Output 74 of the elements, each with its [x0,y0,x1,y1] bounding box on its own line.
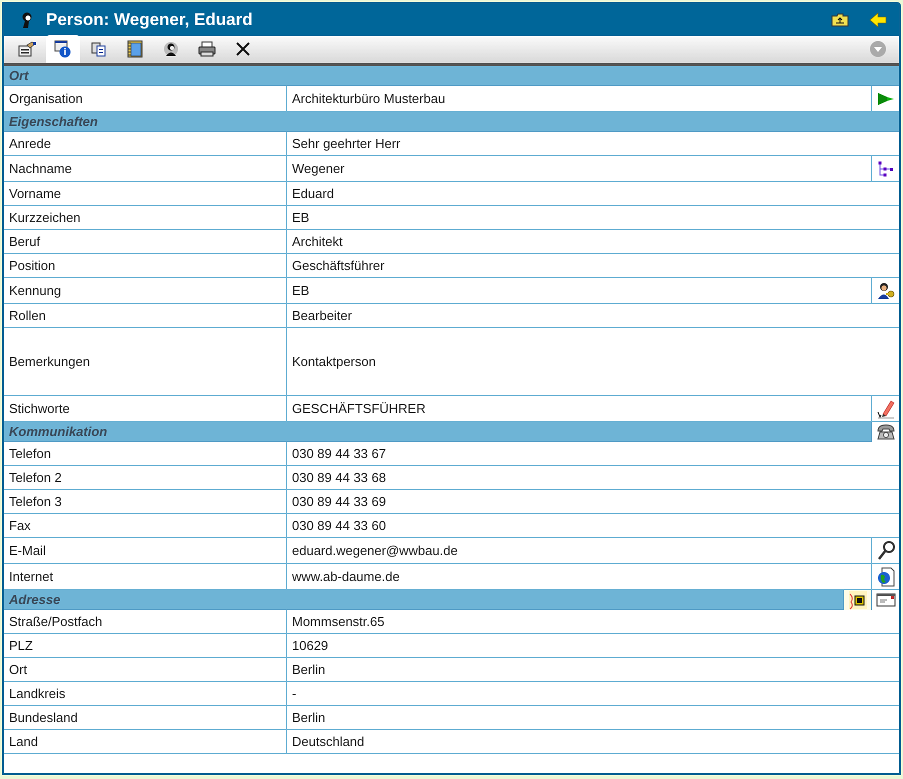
field-value: 030 89 44 33 68 [291,468,387,487]
field-value: Berlin [291,660,326,679]
properties-icon [18,41,36,57]
field-label: Straße/Postfach [4,610,287,633]
printer-icon [198,41,216,57]
folder-up-button[interactable] [831,13,849,27]
field-label: Land [4,730,287,753]
field-value: eduard.wegener@wwbau.de [291,542,459,560]
field-value: 030 89 44 33 69 [291,492,387,511]
field-value: EB [291,282,310,300]
field-label: Telefon [4,442,287,465]
field-label: Rollen [4,304,287,327]
field-label: Kennung [4,278,287,303]
person-key-icon [876,280,896,300]
field-value: Mommsenstr.65 [291,612,386,631]
close-icon [235,41,251,57]
section-action-button[interactable] [871,422,899,442]
pen-icon [876,398,894,418]
field-label: Internet [4,564,287,589]
section-action-button[interactable] [843,590,871,610]
field-value: EB [291,208,310,227]
phone-icon [876,423,896,441]
field-label: Fax [4,514,287,537]
copy-icon [91,41,107,57]
field-value: Geschäftsführer [291,256,386,275]
window-title: Person: Wegener, Eduard [46,9,253,32]
field-value: Berlin [291,708,326,727]
section-title: Eigenschaften [8,113,99,131]
field-value: 030 89 44 33 67 [291,444,387,463]
section-title: Ort [8,67,30,85]
field-value: Architekturbüro Musterbau [291,90,446,108]
section-title: Kommunikation [8,423,108,441]
field-label: Kurzzeichen [4,206,287,229]
field-label: Beruf [4,230,287,253]
field-value: Architekt [291,232,344,251]
field-value: Eduard [291,184,335,203]
caret-icon [869,40,887,58]
field-label: Vorname [4,182,287,205]
flag-icon [876,92,894,106]
field-label: Nachname [4,156,287,181]
field-label: E-Mail [4,538,287,563]
info-icon [54,40,72,58]
person-icon [20,11,34,29]
field-value: 030 89 44 33 60 [291,516,387,535]
field-label: Telefon 3 [4,490,287,513]
field-value: 10629 [291,636,330,655]
field-value: Wegener [291,160,346,178]
field-value: www.ab-daume.de [291,568,401,586]
globe-document-icon [876,566,894,586]
field-label: Anrede [4,132,287,155]
field-label: Ort [4,658,287,681]
field-value: Kontaktperson [291,352,377,371]
notebook-icon [127,40,143,58]
envelope-icon [876,593,896,607]
field-label: Landkreis [4,682,287,705]
field-label: Telefon 2 [4,466,287,489]
field-label: Stichworte [4,396,287,421]
map-icon [848,590,868,610]
field-value: - [291,684,298,703]
field-value: GESCHÄFTSFÜHRER [291,400,427,418]
field-label: Organisation [4,86,287,111]
field-value: Bearbeiter [291,306,353,325]
field-label: Bemerkungen [4,328,287,395]
hierarchy-icon [876,160,894,178]
field-value: Sehr geehrter Herr [291,134,402,153]
toolbar-button[interactable] [46,35,80,63]
field-label: PLZ [4,634,287,657]
field-value: Deutschland [291,732,366,751]
field-label: Position [4,254,287,277]
field-label: Bundesland [4,706,287,729]
section-action-button[interactable] [871,590,899,610]
section-title: Adresse [8,591,62,609]
back-button[interactable] [869,12,887,28]
person-icon [163,41,179,57]
